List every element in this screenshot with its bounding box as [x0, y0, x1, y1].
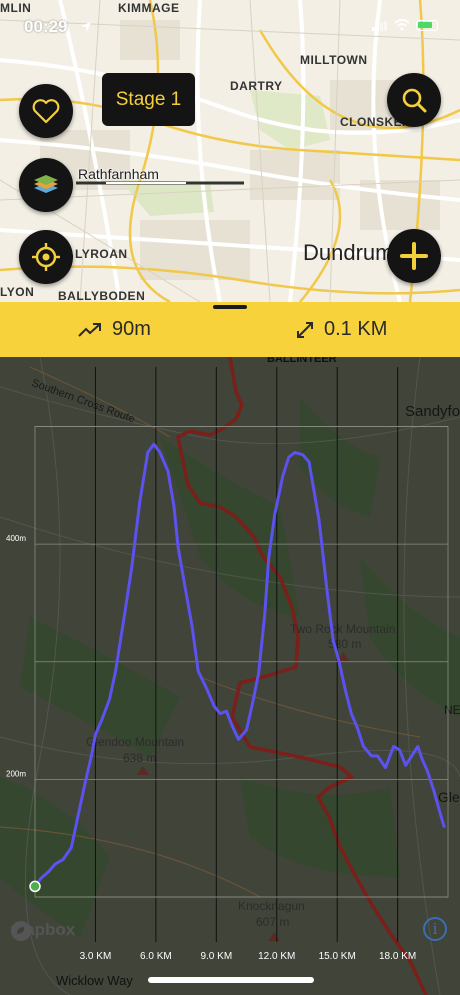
expand-diagonal-icon: [297, 321, 313, 338]
wifi-icon: [394, 19, 410, 31]
layers-icon: [34, 175, 58, 193]
map-label-lyon: LYON: [0, 285, 35, 299]
x-tick-label: 18.0 KM: [379, 951, 416, 962]
elevation-gain-stat: 90m: [78, 318, 151, 341]
elevation-profile-line: [33, 442, 446, 888]
add-button[interactable]: [387, 229, 441, 283]
distance-value: 0.1 KM: [324, 318, 388, 340]
distance-stat: 0.1 KM: [296, 318, 387, 341]
x-tick-label: 6.0 KM: [140, 951, 172, 962]
x-tick-label: 15.0 KM: [319, 951, 356, 962]
drag-handle[interactable]: [213, 305, 247, 309]
map-label-ballyboden: BALLYBODEN: [58, 289, 146, 302]
map-label-dartry: DARTRY: [230, 79, 283, 93]
map-label-dundrum: Dundrum: [303, 240, 394, 265]
elevation-gain-value: 90m: [112, 318, 151, 340]
crosshair-icon: [32, 243, 60, 271]
map-label-milltown: MILLTOWN: [300, 53, 368, 67]
heart-icon: [32, 99, 60, 124]
status-time: 00:29: [24, 17, 68, 36]
location-arrow-icon: [81, 22, 91, 32]
search-button[interactable]: [387, 73, 441, 127]
top-map[interactable]: KIMMAGE MLIN MILLTOWN DARTRY CLONSKEA LY…: [0, 0, 460, 302]
layers-button[interactable]: [19, 158, 73, 212]
status-icons: [372, 19, 438, 31]
search-icon: [402, 88, 427, 113]
elevation-chart[interactable]: 3.0 KM 6.0 KM 9.0 KM 12.0 KM 15.0 KM 18.0 KM 2…: [0, 357, 460, 995]
battery-icon: [416, 19, 438, 31]
info-button[interactable]: i: [423, 917, 447, 941]
route-start-marker: [29, 880, 41, 893]
route-stats-bar[interactable]: 90m 0.1 KM: [0, 302, 460, 357]
elevation-map[interactable]: BALLINTEER Sandyfo Southern Cross Route …: [0, 357, 460, 995]
map-label-lyroan: LYROAN: [75, 247, 128, 261]
signal-icon: [372, 20, 387, 31]
y-tick-label: 200m: [6, 769, 26, 778]
trend-up-icon: [78, 322, 101, 337]
status-bar: 00:29: [0, 0, 460, 54]
x-tick-label: 9.0 KM: [200, 951, 232, 962]
x-tick-label: 12.0 KM: [258, 951, 295, 962]
plus-icon: [400, 242, 428, 270]
map-scale-bar: Rathfarnham: [76, 166, 246, 186]
favorite-button[interactable]: [19, 84, 73, 138]
mapbox-logo: mapbox: [10, 920, 75, 941]
locate-button[interactable]: [19, 230, 73, 284]
y-tick-label: 400m: [6, 534, 26, 543]
mapbox-icon: [11, 921, 31, 941]
stage-selector-button[interactable]: Stage 1: [102, 73, 195, 126]
x-tick-label: 3.0 KM: [80, 951, 112, 962]
home-indicator[interactable]: [148, 977, 314, 983]
